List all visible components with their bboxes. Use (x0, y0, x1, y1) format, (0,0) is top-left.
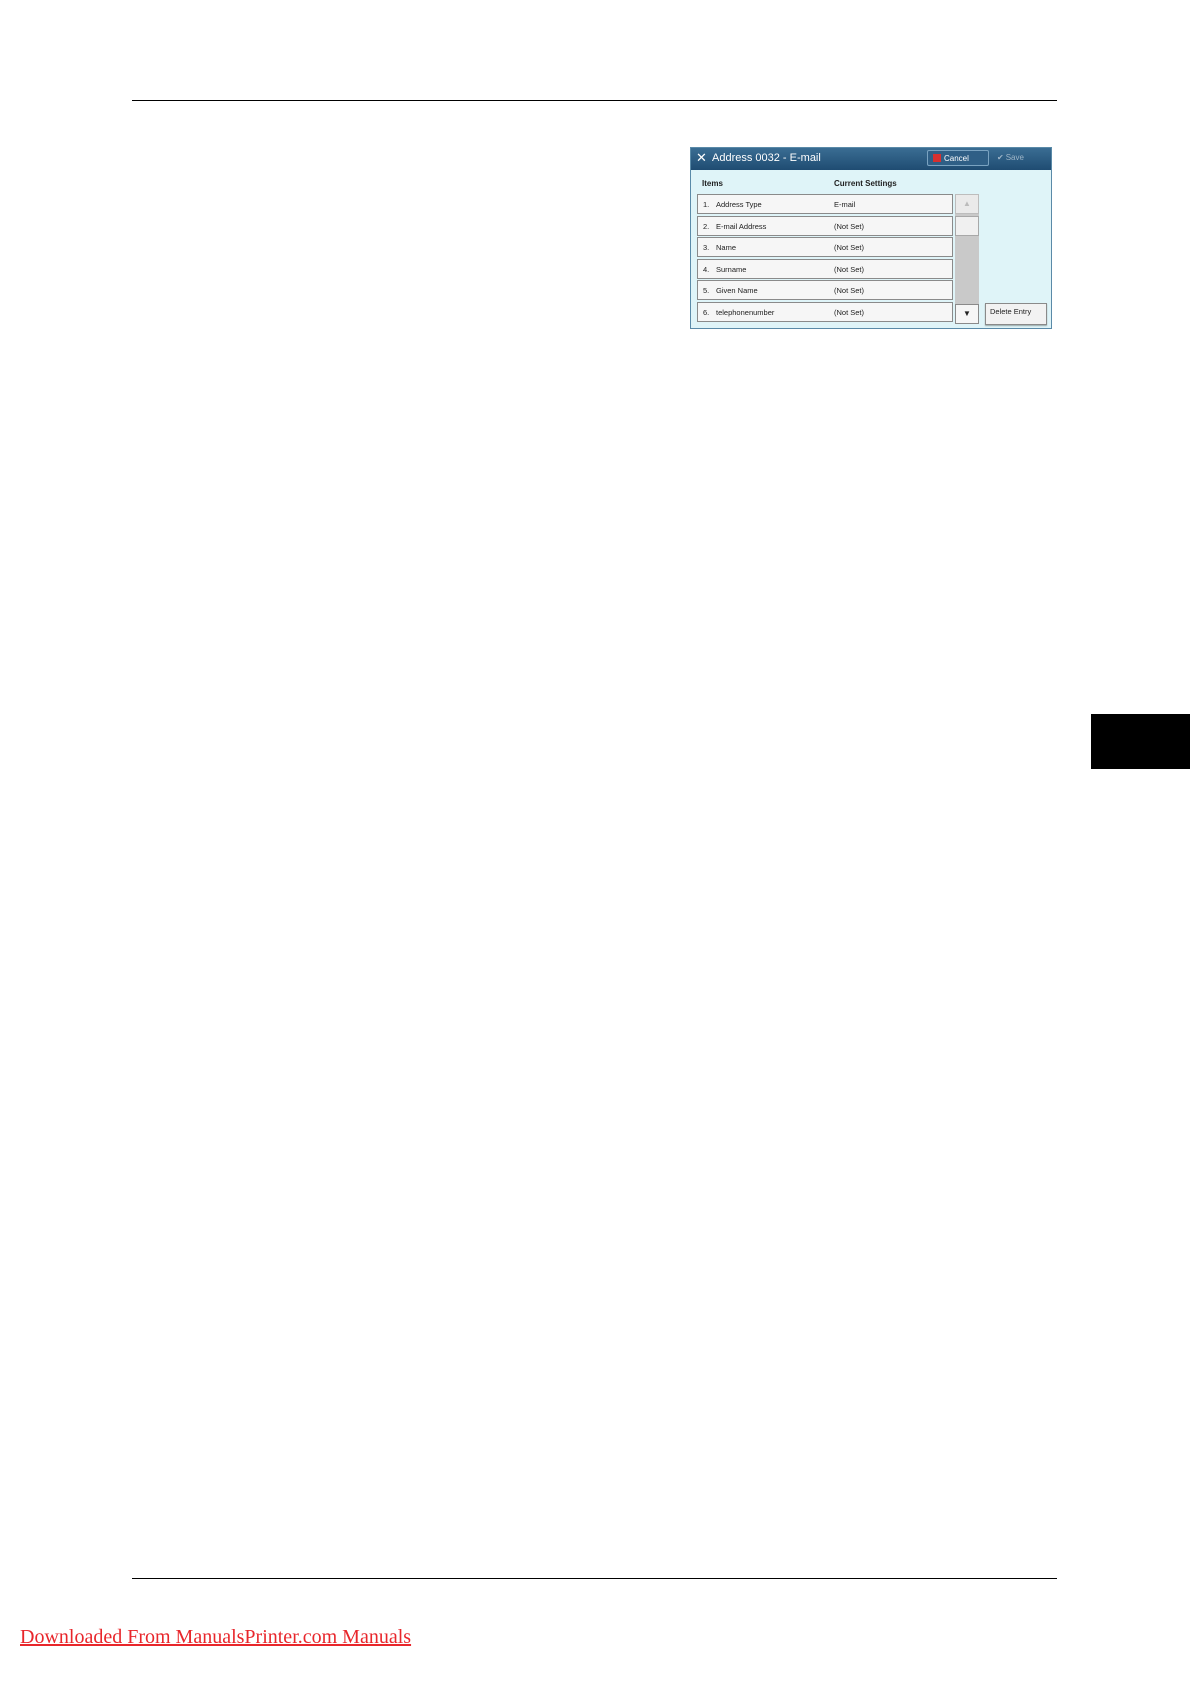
list-item[interactable]: 5. Given Name (Not Set) (697, 280, 953, 300)
dialog-titlebar: ✕ Address 0032 - E-mail Cancel ✔ Save (691, 148, 1051, 170)
list-item[interactable]: 4. Surname (Not Set) (697, 258, 953, 279)
item-number: 1. (703, 200, 710, 209)
checkmark-icon: ✔ (997, 153, 1004, 162)
item-number: 6. (703, 307, 710, 317)
item-label: Surname (716, 264, 747, 274)
list-item[interactable]: 2. E-mail Address (Not Set) (697, 215, 953, 236)
footer-download-link[interactable]: Downloaded From ManualsPrinter.com Manua… (20, 1626, 411, 1649)
item-number: 4. (703, 264, 710, 274)
tools-icon: ✕ (696, 150, 707, 165)
item-label: telephonenumber (716, 307, 775, 317)
scroll-up-button[interactable]: ▲ (955, 194, 979, 214)
item-label: Name (716, 243, 737, 252)
arrow-down-icon: ▼ (963, 309, 971, 318)
item-number: 5. (703, 286, 710, 295)
items-list: 1. Address Type E-mail 2. E-mail Address… (697, 194, 953, 323)
list-item[interactable]: 1. Address Type E-mail (697, 194, 953, 214)
item-value: E-mail (834, 200, 856, 209)
footer-rule (132, 1578, 1057, 1579)
list-item[interactable]: 6. telephonenumber (Not Set) (697, 301, 953, 322)
address-dialog: ✕ Address 0032 - E-mail Cancel ✔ Save Ite… (690, 147, 1052, 329)
item-value: (Not Set) (834, 307, 865, 317)
item-number: 2. (703, 221, 710, 231)
cancel-icon (933, 154, 941, 162)
save-button[interactable]: ✔ Save (993, 150, 1049, 166)
cancel-label: Cancel (944, 154, 969, 163)
scrollbar[interactable]: ▲ ▼ (955, 194, 979, 324)
arrow-up-icon: ▲ (963, 199, 971, 208)
item-value: (Not Set) (834, 221, 865, 231)
column-header-current-settings: Current Settings (834, 179, 897, 188)
item-number: 3. (703, 243, 710, 252)
item-label: E-mail Address (716, 221, 767, 231)
dialog-title: Address 0032 - E-mail (712, 152, 821, 164)
delete-entry-button[interactable]: Delete Entry (985, 303, 1047, 325)
save-label: Save (1005, 153, 1024, 162)
scrollbar-thumb[interactable] (955, 216, 979, 236)
column-header-items: Items (702, 179, 723, 188)
scroll-down-button[interactable]: ▼ (955, 304, 979, 324)
item-value: (Not Set) (834, 243, 865, 252)
list-item[interactable]: 3. Name (Not Set) (697, 237, 953, 257)
item-value: (Not Set) (834, 286, 865, 295)
item-value: (Not Set) (834, 264, 865, 274)
cancel-button[interactable]: Cancel (927, 150, 989, 166)
item-label: Given Name (716, 286, 758, 295)
item-label: Address Type (716, 200, 762, 209)
header-rule (132, 100, 1057, 101)
chapter-tab (1091, 714, 1190, 769)
